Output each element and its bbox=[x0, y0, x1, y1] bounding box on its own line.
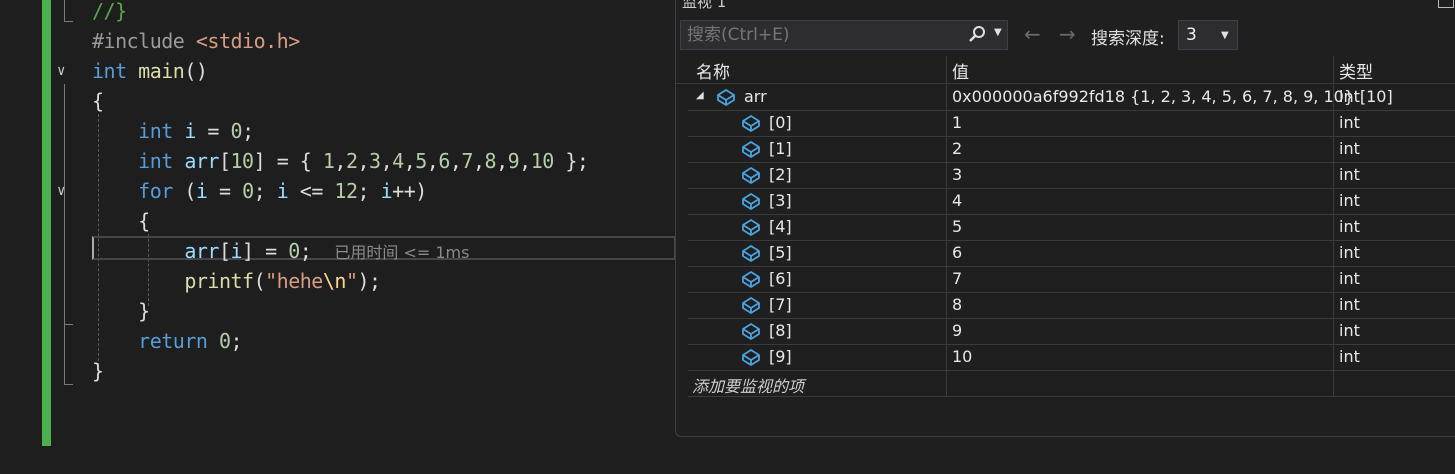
code-line: #include <stdio.h> bbox=[92, 29, 300, 53]
fold-bracket bbox=[64, 84, 65, 384]
forward-arrow-icon[interactable]: → bbox=[1059, 24, 1076, 44]
chevron-down-icon[interactable]: ▼ bbox=[1221, 30, 1229, 41]
column-header-name[interactable]: 名称 bbox=[696, 58, 730, 83]
perf-tip[interactable]: 已用时间 <= 1ms bbox=[334, 243, 469, 262]
code-editor[interactable]: ∨ ∨ //} #include <stdio.h> int main() { … bbox=[0, 0, 676, 474]
watch-item-name: [7] bbox=[769, 295, 792, 314]
watch-item-value[interactable]: 2 bbox=[952, 139, 962, 158]
watch-item-value[interactable]: 1 bbox=[952, 113, 962, 132]
search-icon[interactable] bbox=[967, 25, 987, 45]
watch-item-type: int bbox=[1339, 191, 1360, 210]
watch-item-value[interactable]: 8 bbox=[952, 295, 962, 314]
watch-item-type: int bbox=[1339, 113, 1360, 132]
watch-row[interactable]: [4] 5 int bbox=[688, 214, 1455, 241]
variable-icon bbox=[742, 349, 760, 366]
panel-title[interactable]: 监视 1 bbox=[682, 0, 726, 12]
change-tracking-bar bbox=[42, 0, 51, 446]
add-watch-row[interactable]: 添加要监视的项 bbox=[688, 370, 1455, 397]
variable-icon bbox=[742, 167, 760, 184]
watch-row-root[interactable]: ◢ arr 0x000000a6f992fd18 {1, 2, 3, 4, 5,… bbox=[688, 84, 1455, 111]
search-depth-value: 3 bbox=[1186, 25, 1197, 45]
watch-item-type: int bbox=[1339, 243, 1360, 262]
watch-row[interactable]: [7] 8 int bbox=[688, 292, 1455, 319]
column-header-value[interactable]: 值 bbox=[952, 58, 969, 83]
watch-item-type: int bbox=[1339, 347, 1360, 366]
watch-item-name: [0] bbox=[769, 113, 792, 132]
variable-icon bbox=[742, 193, 760, 210]
watch-item-value[interactable]: 4 bbox=[952, 191, 962, 210]
watch-item-name: [1] bbox=[769, 139, 792, 158]
chevron-down-icon[interactable]: ▼ bbox=[994, 27, 1002, 38]
variable-icon bbox=[742, 297, 760, 314]
search-box[interactable]: ▼ bbox=[680, 20, 1008, 50]
code-line: { bbox=[92, 89, 104, 113]
variable-icon bbox=[717, 89, 735, 106]
watch-row[interactable]: [9] 10 int bbox=[688, 344, 1455, 371]
search-depth-select[interactable]: 3 ▼ bbox=[1178, 20, 1238, 50]
back-arrow-icon[interactable]: ← bbox=[1024, 24, 1041, 44]
code-line: } bbox=[92, 299, 150, 323]
watch-row[interactable]: [2] 3 int bbox=[688, 162, 1455, 189]
watch-item-value[interactable]: 6 bbox=[952, 243, 962, 262]
watch-item-type: int bbox=[1339, 321, 1360, 340]
fold-collapse-icon[interactable]: ∨ bbox=[57, 183, 73, 199]
watch-item-value[interactable]: 0x000000a6f992fd18 {1, 2, 3, 4, 5, 6, 7,… bbox=[952, 87, 1354, 106]
watch-row[interactable]: [0] 1 int bbox=[688, 110, 1455, 137]
watch-toolbar: ▼ ← → 搜索深度: 3 ▼ bbox=[676, 18, 1455, 52]
code-line: printf("hehe\n"); bbox=[184, 269, 381, 293]
code-line: int i = 0; bbox=[138, 119, 254, 143]
variable-icon bbox=[742, 219, 760, 236]
fold-collapse-icon[interactable]: ∨ bbox=[57, 63, 73, 79]
variable-icon bbox=[742, 141, 760, 158]
watch-row[interactable]: [3] 4 int bbox=[688, 188, 1455, 215]
variable-icon bbox=[742, 115, 760, 132]
watch-window[interactable]: 监视 1 ▼ ← → 搜索深度: 3 ▼ 名称 值 类型 ◢ bbox=[675, 0, 1455, 437]
search-input[interactable] bbox=[687, 24, 957, 46]
watch-item-name: [2] bbox=[769, 165, 792, 184]
code-line: return 0; bbox=[138, 329, 243, 353]
collapse-triangle-icon[interactable]: ◢ bbox=[696, 90, 704, 101]
watch-item-name: arr bbox=[744, 87, 767, 106]
watch-item-type: int[10] bbox=[1339, 87, 1393, 106]
column-header-type[interactable]: 类型 bbox=[1339, 58, 1373, 83]
watch-item-name: [3] bbox=[769, 191, 792, 210]
watch-item-name: [6] bbox=[769, 269, 792, 288]
watch-item-name: [5] bbox=[769, 243, 792, 262]
fold-bracket bbox=[64, 384, 73, 385]
code-line: } bbox=[92, 359, 104, 383]
watch-item-name: [9] bbox=[769, 347, 792, 366]
watch-item-type: int bbox=[1339, 217, 1360, 236]
code-line: { bbox=[92, 209, 150, 233]
search-depth-label: 搜索深度: bbox=[1091, 29, 1165, 49]
variable-icon bbox=[742, 245, 760, 262]
code-line: int main() bbox=[92, 59, 208, 83]
watch-item-type: int bbox=[1339, 295, 1360, 314]
watch-item-type: int bbox=[1339, 269, 1360, 288]
code-line: for (i = 0; i <= 12; i++) bbox=[138, 179, 427, 203]
code-line: //} bbox=[92, 0, 127, 23]
add-watch-placeholder[interactable]: 添加要监视的项 bbox=[692, 373, 804, 397]
code-line-current: arr[i] = 0; 已用时间 <= 1ms bbox=[184, 239, 470, 263]
fold-bracket bbox=[64, 324, 73, 325]
watch-row[interactable]: [8] 9 int bbox=[688, 318, 1455, 345]
watch-item-type: int bbox=[1339, 165, 1360, 184]
grid-header: 名称 值 类型 bbox=[676, 56, 1455, 84]
watch-item-value[interactable]: 5 bbox=[952, 217, 962, 236]
variable-icon bbox=[742, 323, 760, 340]
watch-row[interactable]: [1] 2 int bbox=[688, 136, 1455, 163]
watch-item-type: int bbox=[1339, 139, 1360, 158]
watch-item-value[interactable]: 10 bbox=[952, 347, 972, 366]
watch-item-name: [4] bbox=[769, 217, 792, 236]
code-line: int arr[10] = { 1,2,3,4,5,6,7,8,9,10 }; bbox=[138, 149, 589, 173]
watch-item-value[interactable]: 7 bbox=[952, 269, 962, 288]
watch-row[interactable]: [5] 6 int bbox=[688, 240, 1455, 267]
fold-bracket bbox=[64, 0, 65, 22]
fold-bracket bbox=[64, 21, 73, 22]
watch-row[interactable]: [6] 7 int bbox=[688, 266, 1455, 293]
watch-item-name: [8] bbox=[769, 321, 792, 340]
restore-icon[interactable] bbox=[1438, 0, 1454, 8]
watch-item-value[interactable]: 9 bbox=[952, 321, 962, 340]
variable-icon bbox=[742, 271, 760, 288]
watch-item-value[interactable]: 3 bbox=[952, 165, 962, 184]
